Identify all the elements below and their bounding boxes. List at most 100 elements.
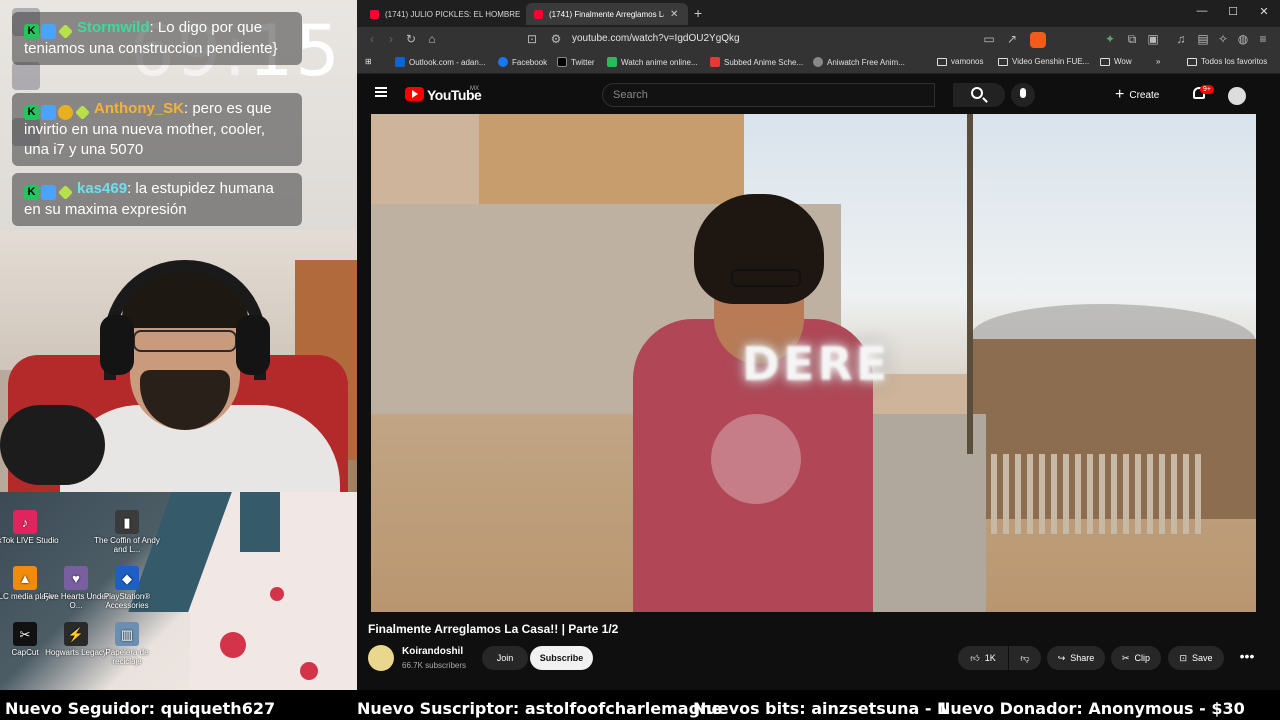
extension-icon[interactable]: ✦	[1102, 32, 1118, 46]
menu-icon[interactable]: ≡	[1255, 32, 1271, 46]
forward-icon[interactable]: ›	[383, 32, 399, 46]
plus-icon: +	[1115, 86, 1125, 103]
desktop-wallpaper: ♪ TikTok LIVE Studio ▮ The Coffin of Andy …	[0, 492, 357, 690]
wallpaper-art	[240, 492, 280, 552]
create-label: Create	[1129, 89, 1160, 101]
desktop-icon-label: The Coffin of Andy and L...	[94, 536, 160, 554]
desktop-icon-recycle-bin[interactable]: ▥ Papelera de reciclaje	[91, 622, 163, 666]
ai-icon[interactable]: ✧	[1215, 32, 1231, 46]
scissors-icon: ✂	[1121, 652, 1130, 663]
bookmark-folder-genshin[interactable]: Video Genshin FUE...	[998, 57, 1089, 66]
maximize-button[interactable]: ☐	[1218, 5, 1248, 18]
stream-overlay: 69:15 KStormwild: Lo digo por que teniam…	[0, 0, 357, 690]
tab-label: (1741) JULIO PICKLES: EL HOMBRE M	[385, 9, 520, 19]
home-icon[interactable]: ⌂	[424, 32, 440, 46]
more-actions-button[interactable]: •••	[1236, 647, 1258, 669]
bookmark-icon[interactable]: ⊡	[524, 32, 540, 46]
dislike-button[interactable]: 👎︎	[1009, 646, 1041, 670]
subscriber-count: 66.7K subscribers	[402, 661, 467, 670]
channel-avatar[interactable]	[368, 645, 394, 671]
close-window-button[interactable]: ✕	[1249, 5, 1279, 18]
tab-finalmente[interactable]: (1741) Finalmente Arreglamos La ✕	[526, 3, 688, 25]
channel-name[interactable]: Koirandoshil	[402, 646, 463, 657]
vpn-icon[interactable]: ◍	[1235, 32, 1251, 46]
more-bookmarks-icon[interactable]: »	[1156, 57, 1160, 66]
video-player[interactable]: DERE	[371, 114, 1256, 612]
address-bar[interactable]: youtube.com/watch?v=IgdOU2YgQkg	[572, 33, 740, 44]
share-arrow-icon: ↪	[1057, 652, 1066, 663]
kick-badge-icon: K	[24, 105, 39, 120]
wallpaper-flower	[270, 587, 284, 601]
desktop-icon-label: PlayStation® Accessories	[103, 592, 151, 610]
recycle-bin-icon: ▥	[115, 622, 139, 646]
bookmark-outlook[interactable]: Outlook.com - adan...	[395, 57, 485, 67]
microphone	[0, 405, 105, 485]
alerts-ticker: Nuevo Seguidor: quiqueth627 Nuevo Suscri…	[0, 698, 1280, 720]
hamburger-menu-icon[interactable]	[375, 87, 387, 97]
apps-grid-icon[interactable]: ⊞	[365, 57, 372, 66]
sidebar-icon[interactable]: ▣	[1145, 32, 1161, 46]
folder-icon	[998, 57, 1008, 66]
bookmark-facebook[interactable]: Facebook	[498, 57, 547, 67]
screen: 69:15 KStormwild: Lo digo por que teniam…	[0, 0, 1280, 720]
create-button[interactable]: + Create	[1115, 84, 1159, 106]
cast-icon[interactable]: ▭	[981, 32, 997, 46]
bookmark-all-favorites[interactable]: Todos los favoritos	[1187, 57, 1267, 66]
new-tab-button[interactable]: +	[694, 5, 702, 21]
brave-shield-icon[interactable]	[1030, 32, 1046, 48]
chat-badges: K	[24, 24, 73, 39]
desktop-icon-playstation[interactable]: ◆ PlayStation® Accessories	[91, 566, 163, 610]
account-avatar[interactable]	[1228, 87, 1246, 105]
bookmark-aniwatch[interactable]: Aniwatch Free Anim...	[813, 57, 905, 67]
subscribe-button[interactable]: Subscribe	[530, 646, 593, 670]
desktop-icon-ghost	[12, 62, 40, 90]
save-button[interactable]: ⊡ Save	[1168, 646, 1224, 670]
bookmark-twitter[interactable]: Twitter	[557, 57, 595, 67]
bookmark-save-icon: ⊡	[1179, 652, 1188, 663]
browser-window: (1741) JULIO PICKLES: EL HOMBRE M (1741)…	[357, 0, 1280, 690]
search-input[interactable]: Search	[602, 83, 935, 107]
thumbs-up-icon: 👍︎	[970, 652, 980, 663]
site-info-icon[interactable]: ⚙	[548, 32, 564, 46]
gem-badge-icon	[58, 185, 73, 200]
kick-badge-icon: K	[24, 24, 39, 39]
bookmark-label: Outlook.com - adan...	[409, 57, 486, 67]
chat-message: K Anthony_SK: pero es que invirtio en una…	[12, 93, 302, 166]
wallpaper-flower	[300, 662, 318, 680]
ticker-bits: Nuevos bits: ainzsetsuna - 1	[693, 699, 949, 718]
like-button[interactable]: 👍︎ 1K	[958, 646, 1008, 670]
bookmark-watch-anime[interactable]: Watch anime online...	[607, 57, 698, 67]
clip-button[interactable]: ✂ Clip	[1111, 646, 1161, 670]
search-button[interactable]	[953, 83, 1005, 107]
youtube-logo-icon[interactable]	[405, 87, 424, 101]
desktop-icon-label: Papelera de reciclaje	[105, 648, 149, 666]
wallet-icon[interactable]: ▤	[1195, 32, 1211, 46]
share-label: Share	[1070, 653, 1095, 663]
desktop-icon-tiktok-live[interactable]: ♪ TikTok LIVE Studio	[0, 510, 61, 545]
video-utility-pole	[967, 114, 973, 454]
bookmark-folder-vamonos[interactable]: vamonos	[937, 57, 983, 66]
tab-julio-pickles[interactable]: (1741) JULIO PICKLES: EL HOMBRE M	[362, 3, 520, 25]
bookmark-subbed-anime[interactable]: Subbed Anime Sche...	[710, 57, 803, 67]
minimize-button[interactable]: —	[1187, 5, 1217, 17]
video-overlay-text: DERE	[741, 337, 891, 391]
share-icon[interactable]: ↗	[1004, 32, 1020, 46]
music-icon[interactable]: ♫	[1173, 32, 1189, 46]
close-tab-icon[interactable]: ✕	[670, 9, 678, 20]
bookmark-folder-wow[interactable]: Wow	[1100, 57, 1132, 66]
extensions-icon[interactable]: ⧉	[1124, 32, 1140, 47]
reload-icon[interactable]: ↻	[403, 32, 419, 46]
bookmark-label: Facebook	[512, 57, 548, 67]
voice-search-button[interactable]	[1011, 83, 1035, 107]
share-button[interactable]: ↪ Share	[1047, 646, 1105, 670]
facebook-icon	[498, 57, 508, 67]
desktop-icon-coffin[interactable]: ▮ The Coffin of Andy and L...	[91, 510, 163, 554]
kick-badge-icon: K	[24, 185, 39, 200]
bookmark-label: Todos los favoritos	[1201, 57, 1268, 66]
headset-earcup	[236, 315, 270, 375]
chat-username: Stormwild	[77, 19, 150, 36]
back-icon[interactable]: ‹	[364, 32, 380, 46]
vlc-icon: ▲	[13, 566, 37, 590]
join-button[interactable]: Join	[482, 646, 528, 670]
tiktok-icon: ♪	[13, 510, 37, 534]
